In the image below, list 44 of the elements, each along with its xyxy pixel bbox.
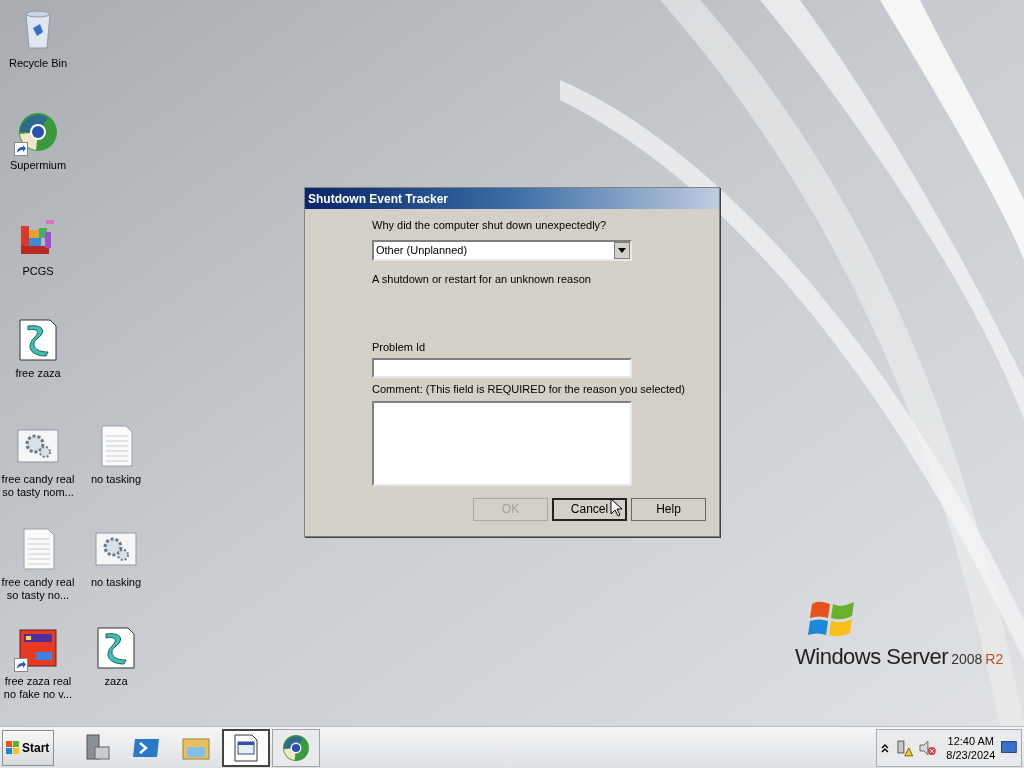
icon-label[interactable]: no tasking: [90, 473, 142, 486]
icon-label[interactable]: free zaza: [15, 367, 61, 380]
network-warning-icon[interactable]: [894, 738, 913, 757]
icon-label[interactable]: free candy real so tasty nom...: [0, 473, 77, 499]
icon-label[interactable]: Supermium: [9, 159, 67, 172]
window-title: Shutdown Event Tracker: [308, 190, 449, 208]
globe-icon: [281, 732, 311, 763]
cancel-button[interactable]: Cancel: [552, 497, 627, 521]
icon-label[interactable]: Recycle Bin: [8, 57, 68, 70]
taskbar-button[interactable]: [222, 728, 270, 767]
product-name: Windows Server: [795, 643, 949, 671]
problem-id-field[interactable]: [372, 358, 632, 378]
script-file-icon: [16, 318, 60, 362]
product-edition: R2: [985, 650, 1004, 669]
speaker-muted-icon[interactable]: [918, 738, 937, 757]
icon-label[interactable]: no tasking: [90, 576, 142, 589]
problem-id-label: Problem Id: [372, 339, 427, 355]
start-button[interactable]: Start: [2, 729, 54, 766]
comment-field[interactable]: [372, 400, 632, 486]
question-label: Why did the computer shut down unexpectedly?: [372, 218, 608, 233]
reason-dropdown[interactable]: Other (Unplanned): [372, 240, 632, 261]
shortcut-arrow-icon: [14, 142, 28, 156]
dropdown-arrow-button[interactable]: [614, 242, 630, 259]
reason-description: A shutdown or restart for an unknown reason: [372, 272, 592, 287]
taskbar-button[interactable]: [272, 728, 320, 767]
icon-label[interactable]: zaza: [104, 675, 128, 688]
script-file-icon: [94, 626, 138, 670]
product-version: 2008: [951, 650, 983, 669]
icon-label[interactable]: free zaza real no fake no v...: [0, 675, 77, 701]
clock-time[interactable]: 12:40 AM: [947, 733, 994, 748]
icon-label[interactable]: free candy real so tasty no...: [0, 576, 77, 602]
icon-label[interactable]: PCGS: [22, 265, 54, 278]
chevron-up-icon[interactable]: [881, 742, 889, 753]
windows-flag-icon: [6, 740, 20, 755]
help-button[interactable]: Help: [631, 497, 706, 521]
mouse-pointer-icon: [610, 498, 622, 517]
caret-icon: [618, 248, 626, 253]
application-window-icon[interactable]: [233, 733, 259, 762]
comment-label: Comment: (This field is REQUIRED for the reason you selected): [372, 382, 686, 397]
game-box-icon: [16, 626, 60, 670]
shortcut-arrow-icon: [14, 658, 28, 672]
globe-icon: [16, 110, 60, 154]
clock-date[interactable]: 8/23/2024: [946, 747, 996, 762]
show-desktop-icon[interactable]: [1001, 740, 1017, 755]
